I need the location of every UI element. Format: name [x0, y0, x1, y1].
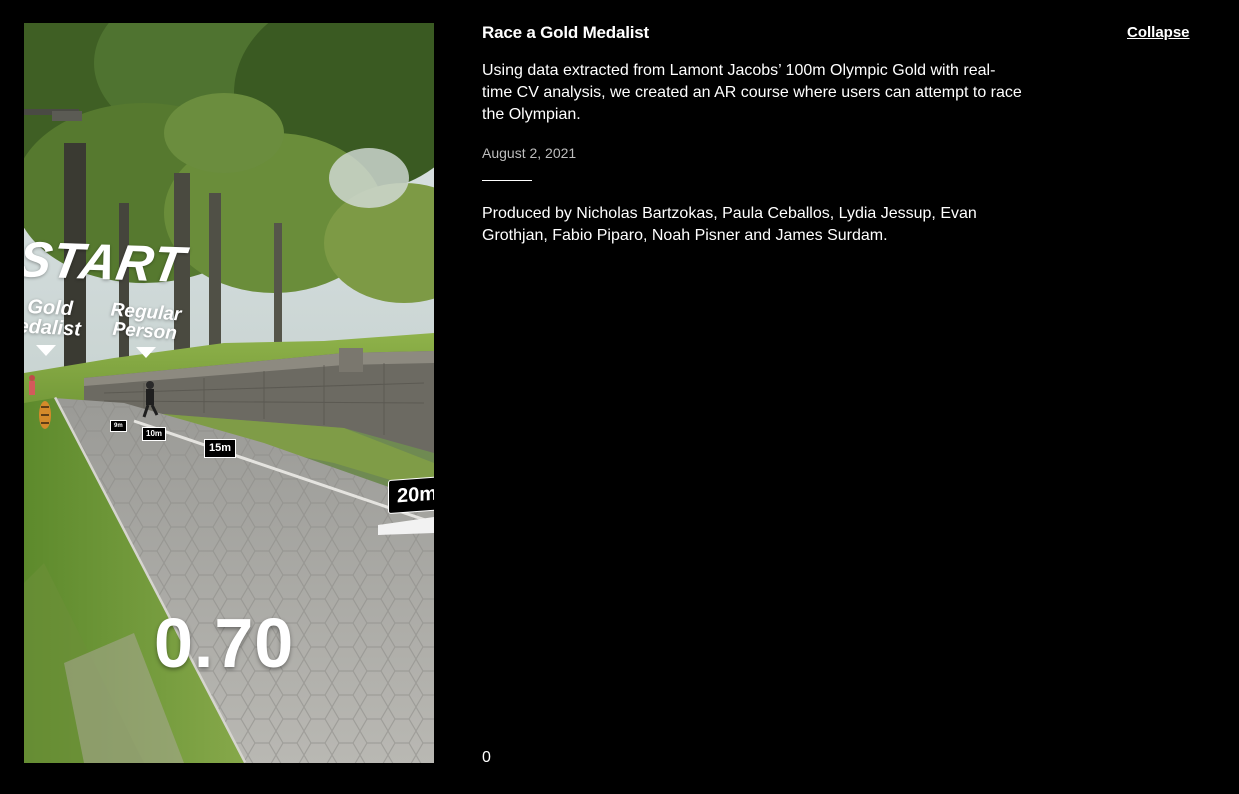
distance-marker-20m: 20m [388, 475, 434, 515]
regular-lane-arrow-icon [136, 347, 156, 358]
gold-lane-arrow-icon [36, 345, 56, 356]
race-timer: 0.70 [154, 604, 295, 682]
ar-start-label: START [24, 231, 190, 293]
collapse-link[interactable]: Collapse [1127, 22, 1190, 44]
ar-gold-medalist-label: Gold edalist [24, 295, 82, 341]
project-video[interactable]: START Gold edalist Regular Person 9m 10m… [24, 23, 434, 763]
page: START Gold edalist Regular Person 9m 10m… [0, 0, 1239, 794]
project-credits: Produced by Nicholas Bartzokas, Paula Ce… [482, 205, 977, 244]
project-title: Race a Gold Medalist [482, 23, 649, 42]
distance-marker-10m: 10m [142, 427, 167, 441]
project-description: Using data extracted from Lamont Jacobs’… [482, 62, 1022, 123]
project-date: August 2, 2021 [482, 145, 577, 161]
slide-counter: 0 [482, 749, 491, 766]
distance-marker-9m: 9m [110, 420, 127, 432]
ar-regular-person-label: Regular Person [110, 299, 183, 345]
distance-marker-15m: 15m [204, 439, 237, 458]
divider [482, 180, 532, 181]
